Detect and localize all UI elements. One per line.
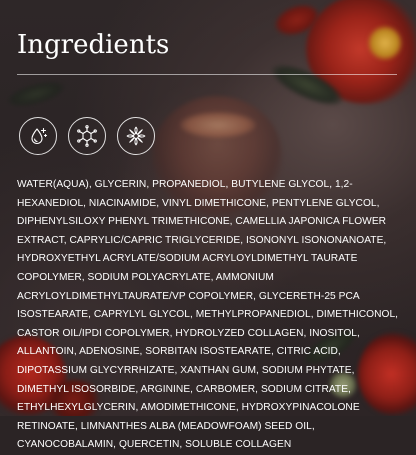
feature-icons xyxy=(19,117,155,155)
flower-icon xyxy=(117,117,155,155)
page-title: Ingredients xyxy=(17,30,170,60)
title-divider xyxy=(17,74,397,75)
molecule-icon xyxy=(68,117,106,155)
water-drop-sparkle-icon xyxy=(19,117,57,155)
ingredients-panel: Ingredients WATER(AQUA), GLYCERIN, PROPA… xyxy=(0,0,416,450)
ingredients-list: WATER(AQUA), GLYCERIN, PROPANEDIOL, BUTY… xyxy=(17,179,399,451)
